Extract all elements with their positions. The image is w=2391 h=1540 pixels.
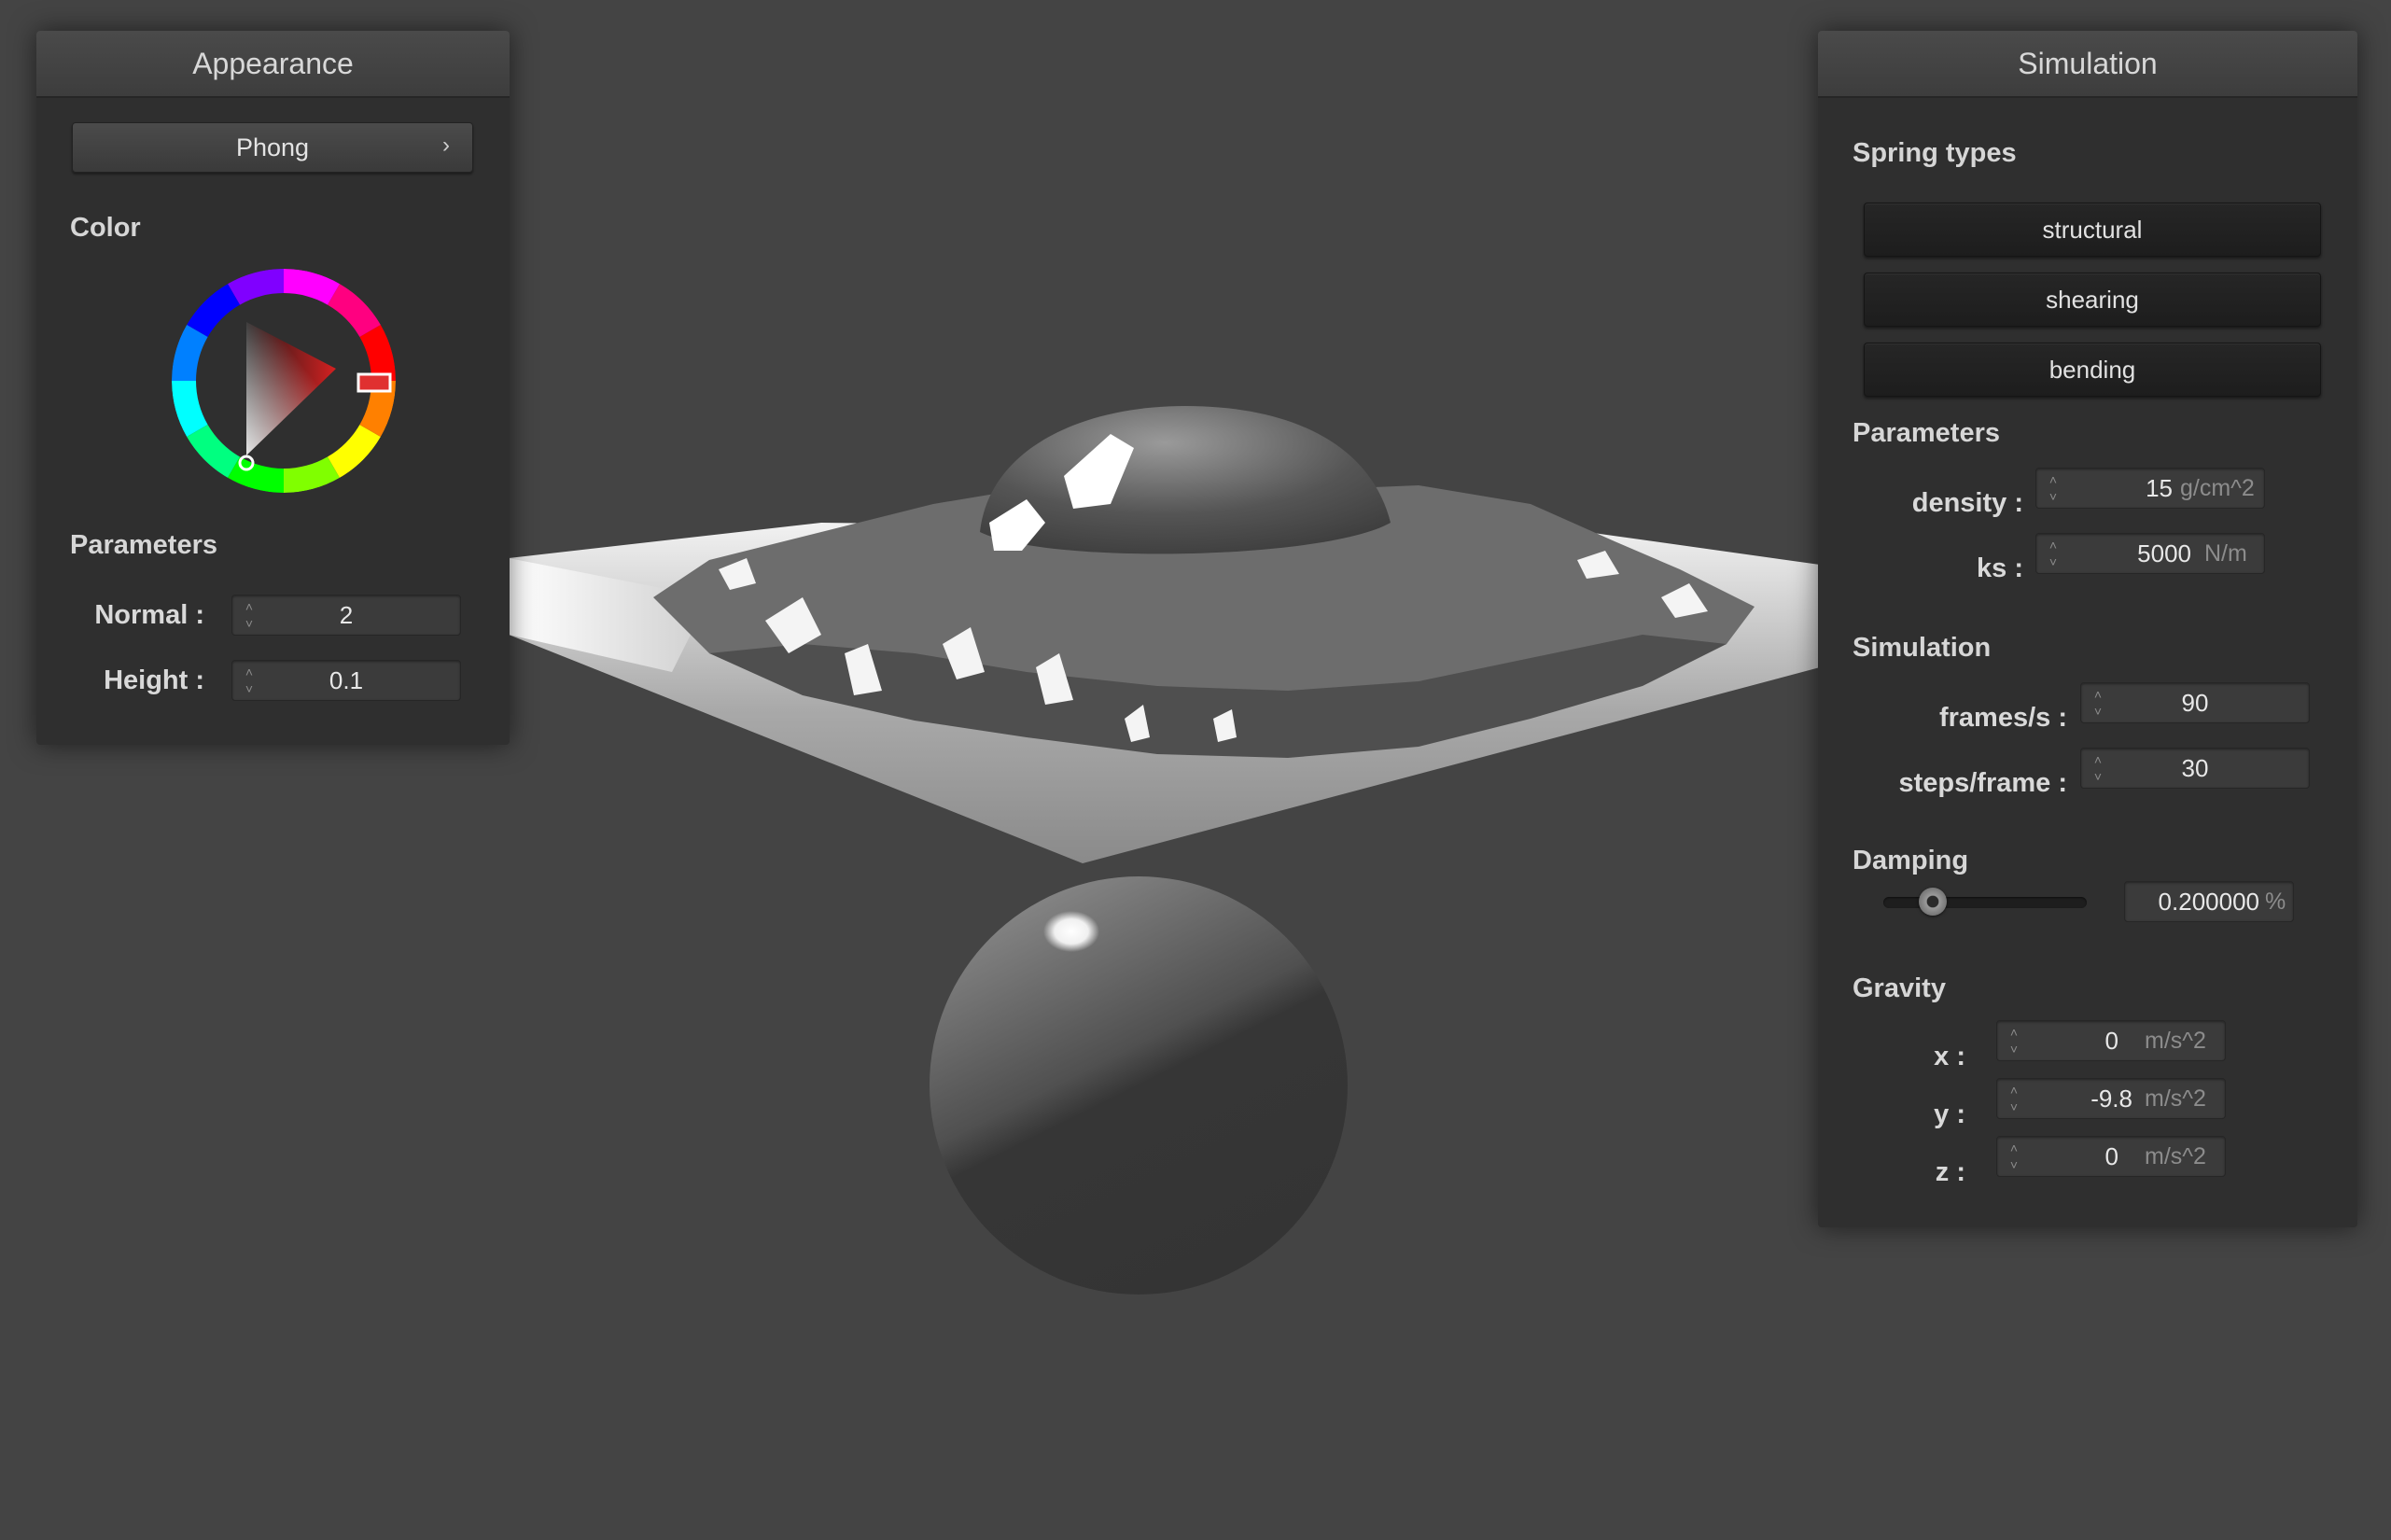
gravity-x-spinbox[interactable]: ˄ ˅ 0 m/s^2 bbox=[1996, 1020, 2226, 1061]
steps-spinbox[interactable]: ˄ ˅ 30 bbox=[2080, 748, 2310, 789]
steps-value: 30 bbox=[2181, 754, 2209, 782]
simulation-panel-title: Simulation bbox=[1818, 31, 2357, 98]
gravity-y-label: y : bbox=[1934, 1099, 1965, 1129]
gravity-x-label: x : bbox=[1934, 1042, 1965, 1071]
ks-unit: N/m bbox=[2204, 540, 2247, 567]
density-value: 15 bbox=[2146, 474, 2173, 502]
bending-spring-button[interactable]: bending bbox=[1864, 343, 2321, 397]
gravity-z-unit: m/s^2 bbox=[2145, 1143, 2206, 1169]
cloth-mesh bbox=[378, 406, 2044, 863]
gravity-x-value: 0 bbox=[2104, 1027, 2118, 1055]
chevron-right-icon: › bbox=[442, 133, 450, 158]
density-spinbox[interactable]: ˄ ˅ 15 g/cm^2 bbox=[2035, 468, 2265, 509]
spring-types-label: Spring types bbox=[1853, 138, 2017, 168]
density-unit: g/cm^2 bbox=[2180, 475, 2255, 501]
damping-slider[interactable] bbox=[1883, 888, 2087, 916]
density-label: density : bbox=[1911, 488, 2023, 518]
shader-select-value: Phong bbox=[235, 133, 310, 161]
gravity-label: Gravity bbox=[1853, 973, 1946, 1003]
normal-value: 2 bbox=[339, 601, 354, 629]
gravity-y-unit: m/s^2 bbox=[2145, 1085, 2206, 1112]
simulation-section-label: Simulation bbox=[1853, 633, 1992, 663]
gravity-z-label: z : bbox=[1935, 1157, 1965, 1187]
normal-spinbox[interactable]: ˄ ˅ 2 bbox=[231, 595, 461, 636]
gravity-y-value: -9.8 bbox=[2090, 1085, 2132, 1113]
gravity-z-spinbox[interactable]: ˄ ˅ 0 m/s^2 bbox=[1996, 1136, 2226, 1177]
damping-slider-track bbox=[1883, 897, 2087, 908]
ks-spinbox[interactable]: ˄ ˅ 5000 N/m bbox=[2035, 533, 2265, 574]
steps-label: steps/frame : bbox=[1898, 768, 2067, 798]
gravity-z-value: 0 bbox=[2104, 1142, 2118, 1170]
fps-spinbox[interactable]: ˄ ˅ 90 bbox=[2080, 682, 2310, 723]
gravity-y-spinbox[interactable]: ˄ ˅ -9.8 m/s^2 bbox=[1996, 1078, 2226, 1119]
appearance-parameters-label: Parameters bbox=[70, 530, 217, 560]
appearance-panel: Appearance Phong › Color Parameters Norm… bbox=[36, 31, 510, 745]
ks-label: ks : bbox=[1977, 553, 2023, 583]
sim-parameters-label: Parameters bbox=[1853, 418, 2000, 448]
fps-value: 90 bbox=[2181, 689, 2209, 717]
damping-unit: % bbox=[2265, 889, 2286, 915]
simulation-panel: Simulation Spring types structural shear… bbox=[1818, 31, 2357, 1227]
shearing-spring-button[interactable]: shearing bbox=[1864, 273, 2321, 327]
height-label: Height : bbox=[104, 665, 204, 695]
fps-label: frames/s : bbox=[1938, 703, 2067, 733]
color-label: Color bbox=[70, 213, 141, 243]
damping-label: Damping bbox=[1853, 846, 1969, 875]
damping-value: 0.200000 bbox=[2158, 888, 2259, 916]
structural-spring-button[interactable]: structural bbox=[1864, 203, 2321, 257]
appearance-panel-title: Appearance bbox=[36, 31, 510, 98]
shader-select[interactable]: Phong › bbox=[72, 122, 473, 173]
hue-marker bbox=[357, 372, 392, 393]
ks-value: 5000 bbox=[2137, 539, 2191, 567]
height-value: 0.1 bbox=[329, 666, 364, 694]
normal-label: Normal : bbox=[94, 600, 204, 630]
color-wheel[interactable] bbox=[172, 269, 396, 493]
damping-slider-knob[interactable] bbox=[1918, 888, 1947, 916]
gravity-x-unit: m/s^2 bbox=[2145, 1028, 2206, 1054]
collision-sphere bbox=[930, 876, 1348, 1295]
height-spinbox[interactable]: ˄ ˅ 0.1 bbox=[231, 660, 461, 701]
damping-valuebox[interactable]: 0.200000 % bbox=[2124, 881, 2294, 922]
